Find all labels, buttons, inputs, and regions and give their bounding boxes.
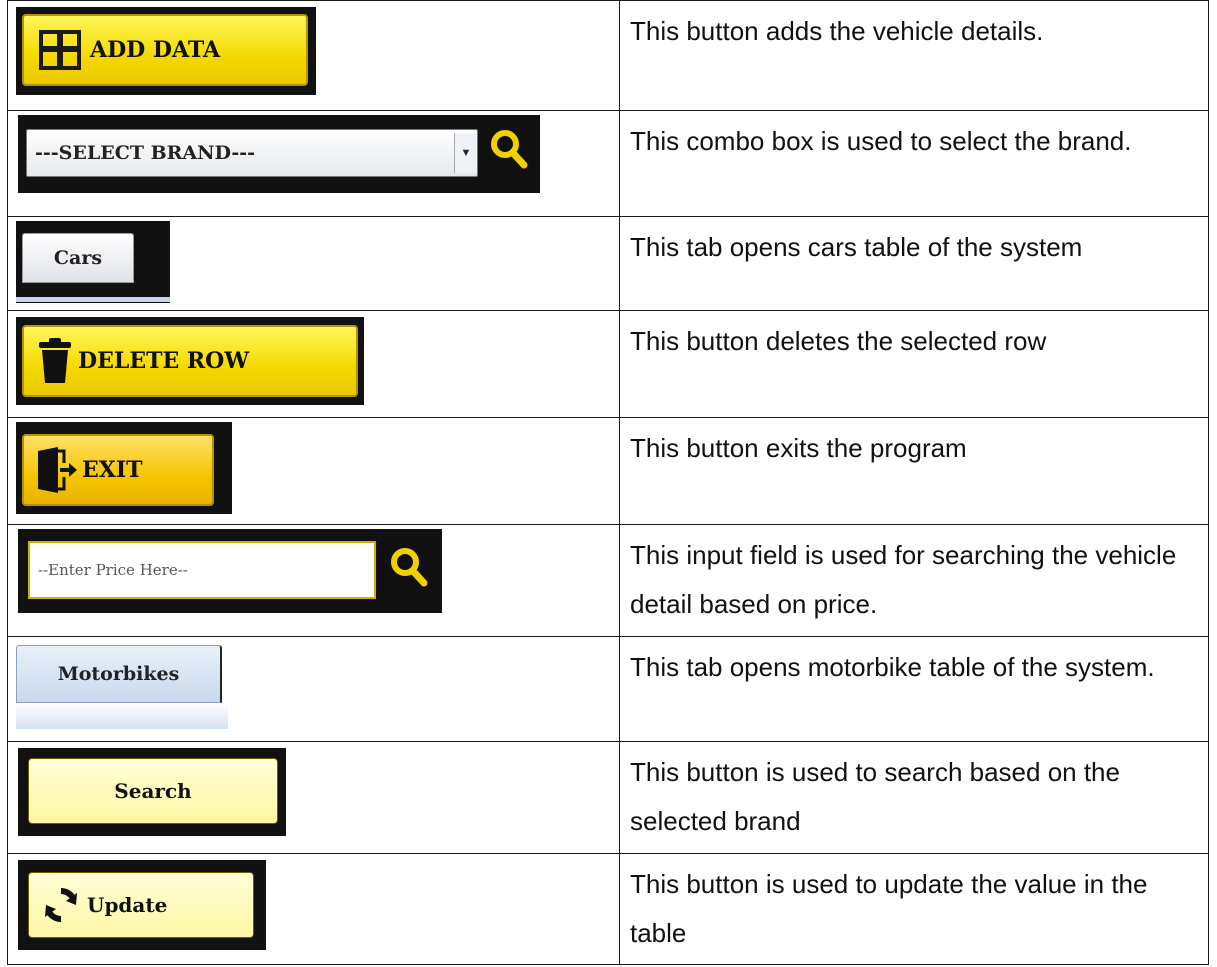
search-button-capture: Search: [18, 748, 286, 837]
motorbikes-tab-capture: Motorbikes: [16, 640, 228, 729]
exit-door-icon: [38, 447, 77, 494]
search-icon[interactable]: [488, 127, 530, 171]
screenshot-cell: ADD DATA: [7, 0, 620, 112]
tab-cars[interactable]: Cars: [22, 233, 134, 284]
exit-capture: EXIT: [16, 422, 232, 515]
screenshot-cell: ---SELECT BRAND--- ▼: [7, 110, 620, 218]
delete-row-label: DELETE ROW: [78, 348, 250, 375]
table-row: --Enter Price Here-- This input field is…: [7, 524, 1209, 637]
chevron-down-icon[interactable]: ▼: [454, 133, 477, 174]
search-button-label: Search: [114, 779, 192, 804]
screenshot-cell: DELETE ROW: [7, 310, 620, 419]
brand-select-value: ---SELECT BRAND---: [35, 142, 256, 165]
plus-box-icon: [39, 30, 81, 70]
price-input-capture: --Enter Price Here--: [18, 529, 442, 614]
brand-select[interactable]: ---SELECT BRAND--- ▼: [26, 129, 478, 178]
add-data-button[interactable]: ADD DATA: [22, 14, 308, 86]
description-cell: This tab opens motorbike table of the sy…: [619, 635, 1209, 743]
refresh-icon: [45, 887, 77, 922]
cars-tab-capture: Cars: [16, 221, 170, 304]
screenshot-cell: Motorbikes: [7, 635, 620, 743]
table-row: EXIT This button exits the program: [7, 417, 1209, 526]
tab-underline: [16, 297, 170, 303]
table-row: Update This button is used to update the…: [7, 852, 1209, 966]
update-button[interactable]: Update: [28, 871, 254, 938]
description-cell: This button is used to update the value …: [619, 852, 1209, 966]
table-row: Motorbikes This tab opens motorbike tabl…: [7, 635, 1209, 743]
exit-label: EXIT: [82, 457, 143, 484]
description-cell: This button is used to search based on t…: [619, 741, 1209, 854]
delete-row-capture: DELETE ROW: [16, 317, 364, 406]
table-row: DELETE ROW This button deletes the selec…: [7, 310, 1209, 419]
screenshot-cell: Update: [7, 852, 620, 966]
description-cell: This tab opens cars table of the system: [619, 216, 1209, 312]
search-icon[interactable]: [388, 545, 430, 589]
brand-select-capture: ---SELECT BRAND--- ▼: [18, 115, 540, 194]
screenshot-cell: EXIT: [7, 417, 620, 526]
update-button-label: Update: [87, 892, 168, 917]
exit-button[interactable]: EXIT: [22, 434, 214, 507]
delete-row-button[interactable]: DELETE ROW: [22, 325, 358, 398]
description-cell: This input field is used for searching t…: [619, 524, 1209, 637]
screenshot-cell: Search: [7, 741, 620, 854]
description-cell: This combo box is used to select the bra…: [619, 110, 1209, 218]
update-button-capture: Update: [18, 859, 266, 950]
screenshot-cell: Cars: [7, 216, 620, 312]
add-data-label: ADD DATA: [90, 37, 221, 63]
ui-elements-table: ADD DATA This button adds the vehicle de…: [7, 0, 1209, 966]
table-row: Search This button is used to search bas…: [7, 741, 1209, 854]
price-input[interactable]: --Enter Price Here--: [28, 541, 376, 600]
table-row: ---SELECT BRAND--- ▼ This combo box is u…: [7, 110, 1209, 218]
tab-motorbikes[interactable]: Motorbikes: [16, 644, 222, 703]
add-data-capture: ADD DATA: [16, 7, 316, 95]
trash-icon: [39, 338, 71, 384]
table-row: Cars This tab opens cars table of the sy…: [7, 216, 1209, 312]
description-cell: This button exits the program: [619, 417, 1209, 526]
tab-motorbikes-label: Motorbikes: [57, 662, 180, 685]
price-input-placeholder: --Enter Price Here--: [38, 561, 188, 580]
screenshot-cell: --Enter Price Here--: [7, 524, 620, 637]
search-button[interactable]: Search: [28, 758, 278, 825]
table-row: ADD DATA This button adds the vehicle de…: [7, 0, 1209, 112]
tab-cars-label: Cars: [53, 247, 103, 270]
description-cell: This button deletes the selected row: [619, 310, 1209, 419]
description-cell: This button adds the vehicle details.: [619, 0, 1209, 112]
